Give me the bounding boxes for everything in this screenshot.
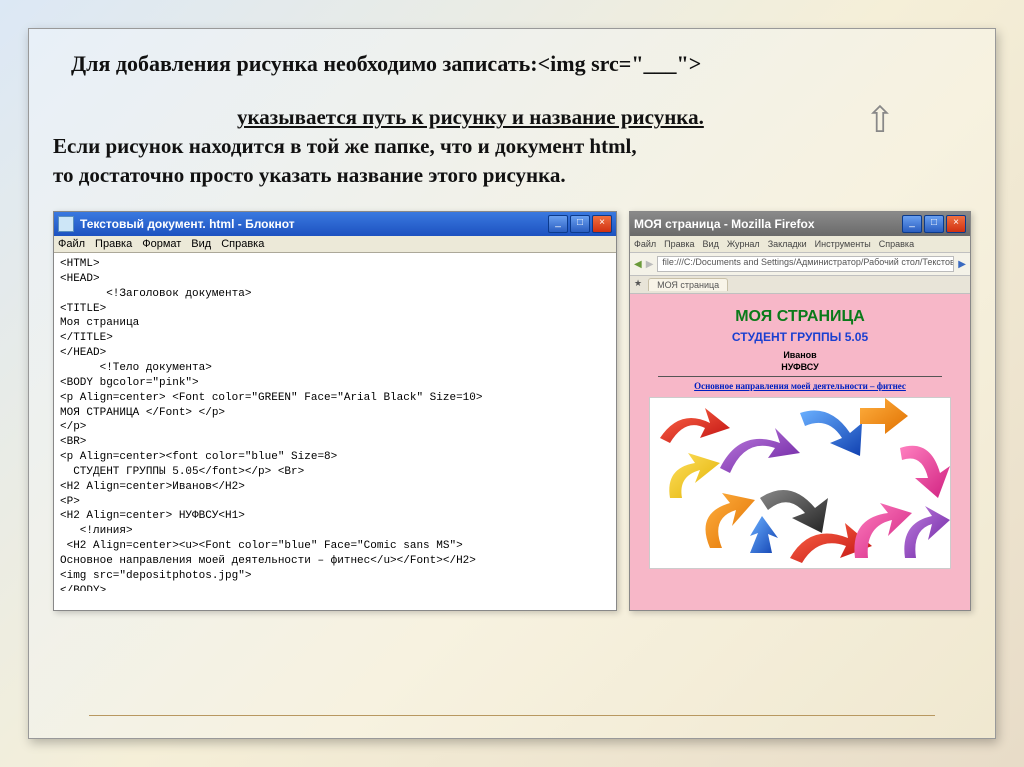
slide: Для добавления рисунка необходимо записа… bbox=[28, 28, 996, 739]
address-input[interactable]: file:///C:/Documents and Settings/Админи… bbox=[657, 256, 954, 272]
browser-tab[interactable]: МОЯ страница bbox=[648, 278, 728, 291]
notepad-text-area[interactable]: <HTML> <HEAD> <!Заголовок документа> <TI… bbox=[54, 253, 616, 591]
menu-help[interactable]: Справка bbox=[221, 238, 264, 250]
browser-menu-edit[interactable]: Правка bbox=[664, 239, 694, 249]
heading-path: указывается путь к рисунку и название ри… bbox=[53, 105, 971, 130]
arrow-up-icon: ⇧ bbox=[865, 99, 895, 141]
arrows-image bbox=[649, 397, 951, 569]
arrows-svg bbox=[650, 398, 950, 568]
document-icon bbox=[58, 216, 74, 232]
menu-file[interactable]: Файл bbox=[58, 238, 85, 250]
body-line-1: Если рисунок находится в той же папке, ч… bbox=[53, 132, 971, 160]
browser-menu-bookmarks[interactable]: Закладки bbox=[768, 239, 807, 249]
menu-edit[interactable]: Правка bbox=[95, 238, 132, 250]
browser-menu-view[interactable]: Вид bbox=[703, 239, 719, 249]
minimize-button[interactable]: _ bbox=[548, 215, 568, 233]
back-icon[interactable]: ◀ bbox=[634, 259, 642, 270]
browser-title: МОЯ страница - Mozilla Firefox bbox=[634, 217, 902, 231]
heading-path-underlined: указывается путь к рисунку и название ри… bbox=[237, 105, 704, 129]
body-line-2: то достаточно просто указать название эт… bbox=[53, 161, 971, 189]
browser-menu-history[interactable]: Журнал bbox=[727, 239, 760, 249]
browser-close-button[interactable]: × bbox=[946, 215, 966, 233]
address-bar-row: ◀ ▶ file:///C:/Documents and Settings/Ад… bbox=[630, 253, 970, 276]
tab-strip: ★ МОЯ страница bbox=[630, 276, 970, 294]
close-button[interactable]: × bbox=[592, 215, 612, 233]
browser-minimize-button[interactable]: _ bbox=[902, 215, 922, 233]
menu-format[interactable]: Формат bbox=[142, 238, 181, 250]
notepad-menubar: Файл Правка Формат Вид Справка bbox=[54, 236, 616, 253]
browser-titlebar: МОЯ страница - Mozilla Firefox _ □ × bbox=[630, 212, 970, 236]
bookmark-icon[interactable]: ★ bbox=[634, 278, 642, 291]
go-icon[interactable]: ▶ bbox=[958, 259, 966, 270]
browser-menu-tools[interactable]: Инструменты bbox=[815, 239, 871, 249]
page-divider bbox=[658, 376, 942, 377]
notepad-titlebar: Текстовый документ. html - Блокнот _ □ × bbox=[54, 212, 616, 236]
heading-img-tag: Для добавления рисунка необходимо записа… bbox=[71, 51, 971, 77]
menu-view[interactable]: Вид bbox=[191, 238, 211, 250]
window-buttons: _ □ × bbox=[548, 215, 612, 233]
footer-divider bbox=[89, 715, 935, 716]
forward-icon[interactable]: ▶ bbox=[646, 259, 654, 270]
rendered-page: МОЯ СТРАНИЦА СТУДЕНТ ГРУППЫ 5.05 Иванов … bbox=[630, 294, 970, 610]
maximize-button[interactable]: □ bbox=[570, 215, 590, 233]
page-subheading: СТУДЕНТ ГРУППЫ 5.05 bbox=[638, 330, 962, 344]
page-name: Иванов bbox=[638, 350, 962, 360]
browser-menu-file[interactable]: Файл bbox=[634, 239, 656, 249]
browser-window: МОЯ страница - Mozilla Firefox _ □ × Фай… bbox=[629, 211, 971, 611]
browser-menubar: Файл Правка Вид Журнал Закладки Инструме… bbox=[630, 236, 970, 253]
page-link[interactable]: Основное направления моей деятельности –… bbox=[638, 381, 962, 391]
browser-menu-help[interactable]: Справка bbox=[879, 239, 914, 249]
screenshots-row: Текстовый документ. html - Блокнот _ □ ×… bbox=[53, 211, 971, 611]
notepad-title: Текстовый документ. html - Блокнот bbox=[80, 217, 548, 231]
browser-window-buttons: _ □ × bbox=[902, 215, 966, 233]
page-heading: МОЯ СТРАНИЦА bbox=[638, 308, 962, 326]
notepad-window: Текстовый документ. html - Блокнот _ □ ×… bbox=[53, 211, 617, 611]
page-org: НУФВСУ bbox=[638, 362, 962, 372]
browser-maximize-button[interactable]: □ bbox=[924, 215, 944, 233]
